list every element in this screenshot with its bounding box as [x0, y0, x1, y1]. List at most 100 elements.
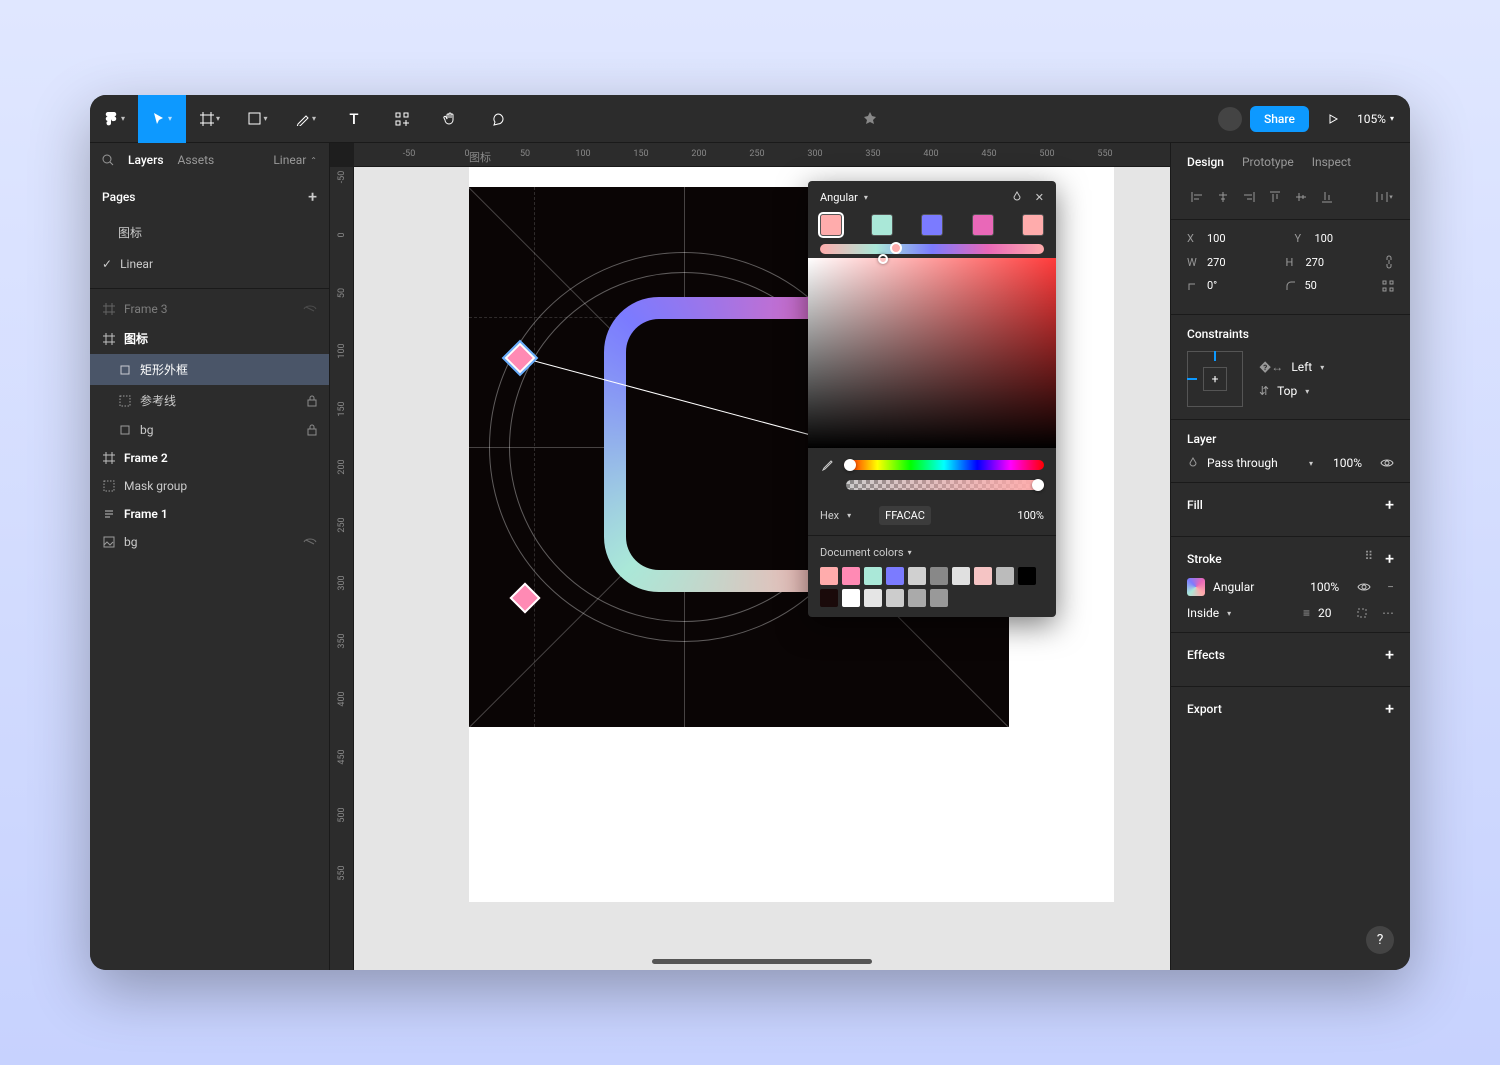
page-item[interactable]: 图标 — [90, 216, 329, 249]
hidden-icon[interactable] — [303, 304, 317, 314]
align-top-button[interactable] — [1265, 187, 1285, 207]
gradient-handle[interactable] — [509, 582, 540, 613]
main-menu-button[interactable]: ▾ — [90, 95, 138, 143]
document-color-swatch[interactable] — [820, 567, 838, 585]
layer-item[interactable]: 矩形外框 — [90, 354, 329, 385]
lock-icon[interactable] — [307, 424, 317, 436]
hand-tool-button[interactable] — [426, 95, 474, 143]
lock-icon[interactable] — [307, 395, 317, 407]
gradient-stop-swatch[interactable] — [1022, 214, 1044, 236]
layer-item[interactable]: bg — [90, 416, 329, 444]
share-button[interactable]: Share — [1250, 106, 1309, 132]
file-name[interactable] — [522, 111, 1218, 127]
gradient-stop-swatch[interactable] — [921, 214, 943, 236]
hex-input[interactable]: FFACAC — [879, 506, 931, 525]
document-color-swatch[interactable] — [908, 589, 926, 607]
stroke-opacity-input[interactable]: 100% — [1310, 580, 1339, 594]
layer-item[interactable]: Frame 1 — [90, 500, 329, 528]
frame-label[interactable]: 图标 — [469, 149, 491, 165]
add-effect-button[interactable]: + — [1385, 645, 1394, 664]
move-tool-button[interactable]: ▾ — [138, 95, 186, 143]
stroke-color-swatch[interactable] — [1187, 578, 1205, 596]
color-format-dropdown[interactable]: Hex — [820, 509, 839, 522]
layer-item[interactable]: Frame 2 — [90, 444, 329, 472]
document-color-swatch[interactable] — [820, 589, 838, 607]
align-center-v-button[interactable] — [1291, 187, 1311, 207]
x-input[interactable]: 100 — [1207, 232, 1287, 245]
h-input[interactable]: 270 — [1306, 256, 1377, 269]
document-color-swatch[interactable] — [864, 567, 882, 585]
horizontal-scrollbar[interactable] — [652, 959, 872, 964]
radius-input[interactable]: 50 — [1305, 279, 1375, 292]
gradient-stop-swatch[interactable] — [972, 214, 994, 236]
stroke-advanced-button[interactable]: ⋯ — [1382, 606, 1394, 620]
document-color-swatch[interactable] — [842, 567, 860, 585]
align-left-button[interactable] — [1187, 187, 1207, 207]
constraint-h-dropdown[interactable]: Left — [1291, 360, 1312, 374]
layer-item[interactable]: 图标 — [90, 323, 329, 354]
layer-item[interactable]: 参考线 — [90, 385, 329, 416]
page-item-active[interactable]: ✓ Linear — [90, 249, 329, 279]
alpha-slider[interactable] — [846, 480, 1044, 490]
rotation-input[interactable]: 0° — [1207, 279, 1277, 292]
add-page-button[interactable]: + — [308, 187, 317, 206]
align-center-h-button[interactable] — [1213, 187, 1233, 207]
hue-slider-handle[interactable] — [844, 459, 856, 471]
page-filter-dropdown[interactable]: Linear ⌃ — [273, 153, 317, 167]
saturation-value-picker[interactable] — [808, 258, 1056, 448]
document-color-swatch[interactable] — [930, 589, 948, 607]
align-right-button[interactable] — [1239, 187, 1259, 207]
visibility-toggle[interactable] — [1380, 458, 1394, 468]
opacity-input[interactable]: 100% — [1017, 509, 1044, 522]
stroke-type-label[interactable]: Angular — [1213, 580, 1302, 594]
layer-item[interactable]: Mask group — [90, 472, 329, 500]
stroke-style-button[interactable]: ⠿ — [1364, 549, 1373, 568]
eyedropper-button[interactable] — [820, 458, 834, 472]
user-avatar[interactable] — [1218, 107, 1242, 131]
hidden-icon[interactable] — [303, 537, 317, 547]
constraints-widget[interactable]: + — [1187, 351, 1243, 407]
blend-mode-icon[interactable] — [1011, 191, 1023, 204]
prototype-tab[interactable]: Prototype — [1242, 155, 1294, 169]
comment-tool-button[interactable] — [474, 95, 522, 143]
add-fill-button[interactable]: + — [1385, 495, 1394, 514]
document-color-swatch[interactable] — [886, 589, 904, 607]
align-bottom-button[interactable] — [1317, 187, 1337, 207]
pen-tool-button[interactable]: ▾ — [282, 95, 330, 143]
blend-mode-dropdown[interactable]: Pass through — [1207, 456, 1301, 470]
constraint-v-dropdown[interactable]: Top — [1277, 384, 1297, 398]
stroke-visibility-toggle[interactable] — [1357, 582, 1371, 592]
inspect-tab[interactable]: Inspect — [1312, 155, 1351, 169]
gradient-type-dropdown[interactable]: Angular — [820, 191, 858, 204]
document-color-swatch[interactable] — [1018, 567, 1036, 585]
add-export-button[interactable]: + — [1385, 699, 1394, 718]
layer-item[interactable]: Frame 3 — [90, 295, 329, 323]
stroke-sides-button[interactable] — [1356, 607, 1368, 619]
stroke-position-dropdown[interactable]: Inside — [1187, 606, 1219, 620]
sv-cursor[interactable] — [878, 254, 888, 264]
layer-item[interactable]: bg — [90, 528, 329, 556]
document-color-swatch[interactable] — [842, 589, 860, 607]
document-color-swatch[interactable] — [886, 567, 904, 585]
remove-stroke-button[interactable]: − — [1387, 580, 1394, 594]
document-color-swatch[interactable] — [974, 567, 992, 585]
stroke-width-input[interactable]: 20 — [1318, 606, 1348, 620]
present-button[interactable] — [1317, 95, 1349, 143]
gradient-stop-swatch[interactable] — [871, 214, 893, 236]
independent-corners-button[interactable] — [1382, 280, 1394, 292]
w-input[interactable]: 270 — [1207, 256, 1278, 269]
resources-button[interactable] — [378, 95, 426, 143]
text-tool-button[interactable]: T — [330, 95, 378, 143]
shape-tool-button[interactable]: ▾ — [234, 95, 282, 143]
help-button[interactable]: ? — [1366, 926, 1394, 954]
document-colors-dropdown[interactable]: Document colors ▾ — [820, 546, 1044, 559]
canvas-area[interactable]: -50050100150200250300350400450500550 -50… — [330, 143, 1170, 970]
zoom-dropdown[interactable]: 105% ▾ — [1357, 112, 1394, 126]
search-icon[interactable] — [102, 154, 114, 166]
close-button[interactable]: ✕ — [1035, 191, 1044, 204]
gradient-preview-bar[interactable] — [820, 244, 1044, 254]
frame-tool-button[interactable]: ▾ — [186, 95, 234, 143]
layers-tab[interactable]: Layers — [128, 153, 164, 167]
layer-opacity-input[interactable]: 100% — [1333, 456, 1362, 470]
design-tab[interactable]: Design — [1187, 155, 1224, 169]
